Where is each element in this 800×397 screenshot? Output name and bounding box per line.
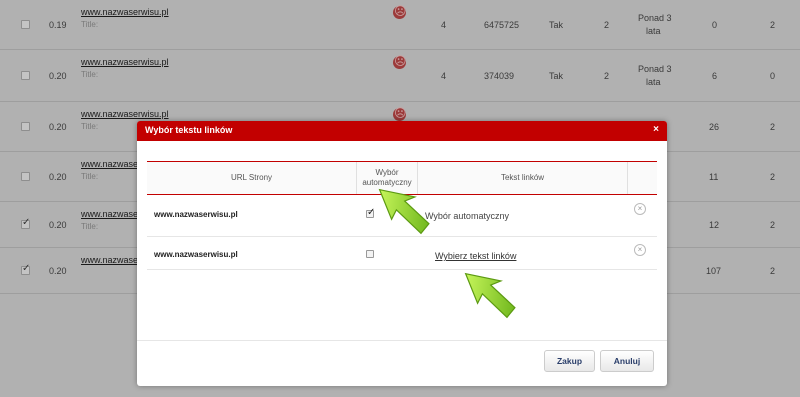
header-link-text: Tekst linków: [418, 162, 628, 194]
remove-icon[interactable]: ×: [634, 203, 646, 215]
cancel-button[interactable]: Anuluj: [600, 350, 654, 372]
modal-footer-divider: [137, 340, 667, 341]
arrow-pointer-icon: [378, 188, 430, 235]
row-url: www.nazwaserwisu.pl: [154, 250, 238, 259]
row-url: www.nazwaserwisu.pl: [154, 210, 238, 219]
remove-icon[interactable]: ×: [634, 244, 646, 256]
arrow-pointer-icon: [464, 272, 516, 319]
modal-title: Wybór tekstu linków: [145, 125, 233, 135]
header-actions: [628, 162, 657, 194]
auto-select-checkbox[interactable]: [366, 250, 374, 258]
close-icon[interactable]: ×: [653, 124, 659, 135]
row-link-text: Wybór automatyczny: [425, 211, 509, 221]
auto-select-checkbox[interactable]: [366, 207, 375, 218]
link-text-modal: Wybór tekstu linków × URL Strony Wybór a…: [137, 121, 667, 386]
header-url: URL Strony: [147, 162, 357, 194]
modal-header: Wybór tekstu linków ×: [137, 121, 667, 141]
buy-button[interactable]: Zakup: [544, 350, 595, 372]
